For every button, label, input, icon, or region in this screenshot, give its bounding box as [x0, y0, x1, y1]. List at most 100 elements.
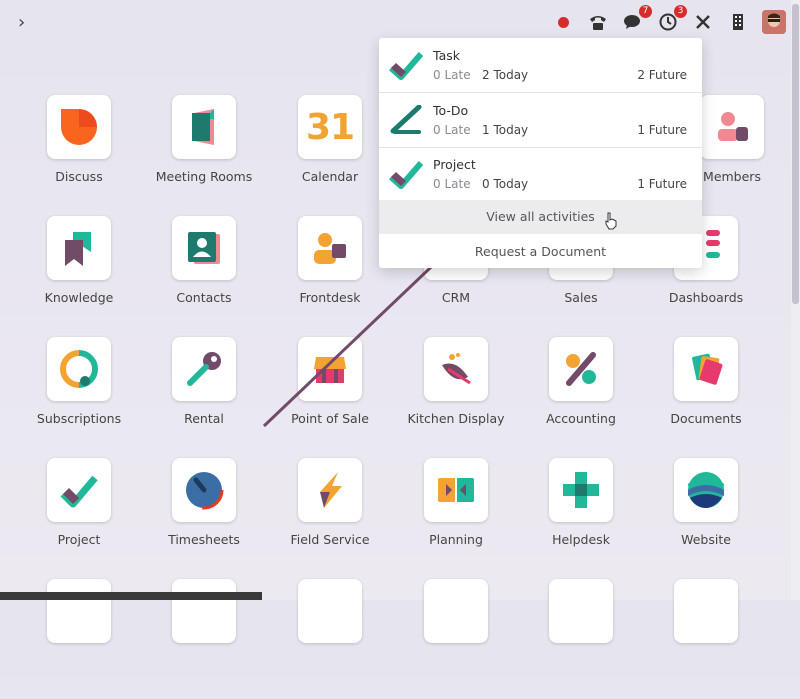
timesheets-icon — [172, 458, 236, 522]
activity-future[interactable]: 1 Future — [637, 123, 687, 137]
activity-name: To-Do — [433, 103, 469, 118]
hand-cursor-icon — [605, 212, 617, 230]
app-point-of-sale[interactable]: Point of Sale — [270, 337, 390, 457]
activity-today[interactable]: 0 Today — [482, 177, 528, 191]
task-icon — [389, 52, 423, 80]
app-project[interactable]: Project — [19, 458, 139, 578]
todo-icon — [390, 105, 422, 134]
app-label: Calendar — [301, 169, 359, 184]
app-label: Helpdesk — [552, 532, 610, 547]
building-icon[interactable] — [727, 11, 749, 33]
app-timesheets[interactable]: Timesheets — [144, 458, 264, 578]
meeting-rooms-icon — [172, 95, 236, 159]
app-website[interactable]: Website — [646, 458, 766, 578]
app-label: Timesheets — [168, 532, 240, 547]
record-icon[interactable] — [552, 11, 574, 33]
activity-future[interactable]: 2 Future — [637, 68, 687, 82]
activity-row-todo[interactable]: To-Do 0 Late 1 Today 1 Future — [379, 93, 702, 148]
activity-name: Task — [433, 48, 460, 63]
chat-icon[interactable]: 7 — [622, 5, 652, 33]
app-label: Frontdesk — [299, 290, 361, 305]
planning-icon — [424, 458, 488, 522]
app-label: Meeting Rooms — [155, 169, 253, 184]
app-label: Knowledge — [44, 290, 114, 305]
app-label: Point of Sale — [291, 411, 369, 426]
app-planning[interactable]: Planning — [396, 458, 516, 578]
clock-icon[interactable]: 3 — [657, 5, 687, 33]
point-of-sale-icon — [298, 337, 362, 401]
app-subscriptions[interactable]: Subscriptions — [19, 337, 139, 457]
activity-today[interactable]: 2 Today — [482, 68, 528, 82]
app-label: Kitchen Display — [407, 411, 505, 426]
knowledge-icon — [47, 216, 111, 280]
field-service-icon — [298, 458, 362, 522]
calendar-icon: 31 — [298, 95, 362, 159]
phone-icon[interactable] — [587, 11, 609, 33]
app-rental[interactable]: Rental — [144, 337, 264, 457]
documents-icon — [674, 337, 738, 401]
chevron-right-icon[interactable]: › — [18, 12, 25, 33]
app-label: Contacts — [176, 290, 232, 305]
activity-late[interactable]: 0 Late — [433, 68, 471, 82]
app-accounting[interactable]: Accounting — [521, 337, 641, 457]
calendar-tile-text: 31 — [305, 106, 355, 148]
app-tile — [549, 579, 613, 643]
activities-dropdown: Task 0 Late 2 Today 2 Future To-Do 0 Lat… — [379, 38, 702, 268]
app-row5[interactable] — [521, 579, 641, 699]
app-documents[interactable]: Documents — [646, 337, 766, 457]
discuss-icon — [47, 95, 111, 159]
app-label: Subscriptions — [36, 411, 122, 426]
app-row5[interactable] — [396, 579, 516, 699]
app-label: CRM — [441, 290, 471, 305]
app-label: Sales — [564, 290, 598, 305]
app-row5[interactable] — [270, 579, 390, 699]
tools-icon[interactable] — [692, 11, 714, 33]
app-label: Planning — [429, 532, 483, 547]
app-calendar[interactable]: 31 Calendar — [270, 95, 390, 215]
activity-row-task[interactable]: Task 0 Late 2 Today 2 Future — [379, 38, 702, 93]
app-row5[interactable] — [646, 579, 766, 699]
app-frontdesk[interactable]: Frontdesk — [270, 216, 390, 336]
app-discuss[interactable]: Discuss — [19, 95, 139, 215]
app-label: Documents — [670, 411, 742, 426]
rental-icon — [172, 337, 236, 401]
app-label: Field Service — [290, 532, 370, 547]
app-contacts[interactable]: Contacts — [144, 216, 264, 336]
app-tile — [424, 579, 488, 643]
messages-badge: 7 — [639, 5, 652, 18]
app-kitchen-display[interactable]: Kitchen Display — [396, 337, 516, 457]
request-document-button[interactable]: Request a Document — [379, 235, 702, 268]
app-label: Project — [57, 532, 101, 547]
project-icon — [389, 161, 423, 189]
activity-future[interactable]: 1 Future — [637, 177, 687, 191]
activity-row-project[interactable]: Project 0 Late 0 Today 1 Future — [379, 147, 702, 202]
project-icon — [47, 458, 111, 522]
app-label: Accounting — [546, 411, 616, 426]
app-label: Dashboards — [668, 290, 744, 305]
view-all-activities-button[interactable]: View all activities — [379, 200, 702, 234]
members-icon — [700, 95, 764, 159]
app-tile — [172, 579, 236, 643]
kitchen-display-icon — [424, 337, 488, 401]
systray: 7 3 — [552, 5, 786, 36]
helpdesk-icon — [549, 458, 613, 522]
app-helpdesk[interactable]: Helpdesk — [521, 458, 641, 578]
app-tile — [674, 579, 738, 643]
website-icon — [674, 458, 738, 522]
activity-today[interactable]: 1 Today — [482, 123, 528, 137]
subscriptions-icon — [47, 337, 111, 401]
accounting-icon — [549, 337, 613, 401]
app-meeting-rooms[interactable]: Meeting Rooms — [144, 95, 264, 215]
app-label: Rental — [184, 411, 224, 426]
scrollbar[interactable] — [791, 0, 800, 600]
app-label: Discuss — [55, 169, 103, 184]
app-field-service[interactable]: Field Service — [270, 458, 390, 578]
activity-name: Project — [433, 157, 476, 172]
status-bar — [0, 592, 262, 600]
activity-late[interactable]: 0 Late — [433, 177, 471, 191]
activity-late[interactable]: 0 Late — [433, 123, 471, 137]
avatar[interactable] — [762, 10, 786, 34]
app-tile — [298, 579, 362, 643]
contacts-icon — [172, 216, 236, 280]
app-knowledge[interactable]: Knowledge — [19, 216, 139, 336]
